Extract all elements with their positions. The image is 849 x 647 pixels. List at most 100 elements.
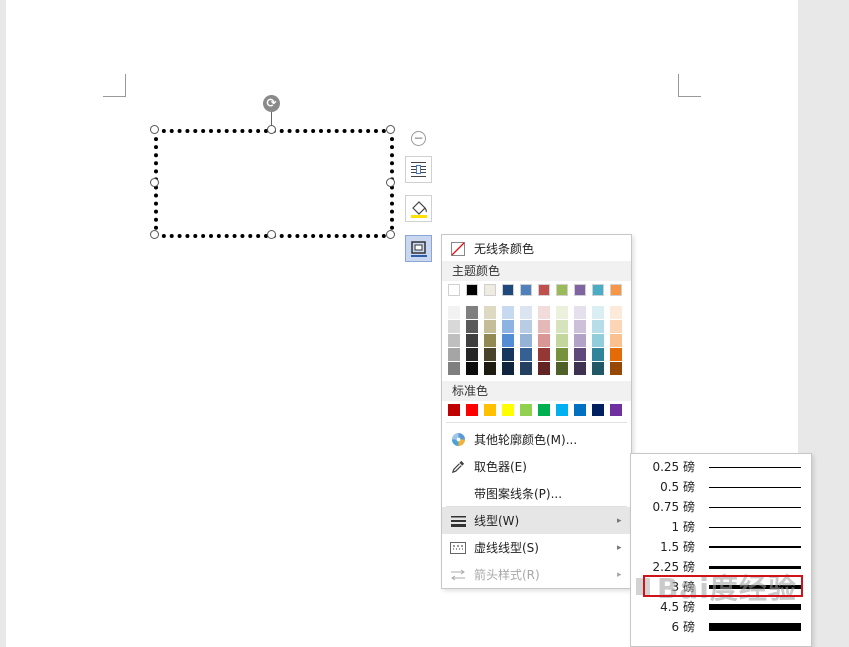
theme-shade-swatch[interactable] bbox=[538, 306, 550, 319]
crop-mark-top-right bbox=[678, 74, 701, 97]
resize-handle-left[interactable] bbox=[150, 178, 159, 187]
standard-color-swatch[interactable] bbox=[574, 404, 586, 416]
standard-color-swatch[interactable] bbox=[520, 404, 532, 416]
theme-shade-swatch[interactable] bbox=[484, 334, 496, 347]
resize-handle-bottom-right[interactable] bbox=[386, 230, 395, 239]
collapse-toolbar-icon[interactable]: − bbox=[411, 131, 426, 146]
resize-handle-top-right[interactable] bbox=[386, 125, 395, 134]
resize-handle-top-left[interactable] bbox=[150, 125, 159, 134]
theme-color-swatch[interactable] bbox=[592, 284, 604, 296]
theme-shade-swatch[interactable] bbox=[520, 306, 532, 319]
fill-button[interactable] bbox=[405, 195, 432, 222]
theme-shade-swatch[interactable] bbox=[556, 306, 568, 319]
theme-shade-swatch[interactable] bbox=[574, 306, 586, 319]
theme-shade-swatch[interactable] bbox=[466, 348, 478, 361]
theme-shade-swatch[interactable] bbox=[502, 348, 514, 361]
theme-shade-swatch[interactable] bbox=[502, 362, 514, 375]
theme-shade-swatch[interactable] bbox=[574, 362, 586, 375]
standard-color-swatch[interactable] bbox=[592, 404, 604, 416]
theme-color-swatch[interactable] bbox=[574, 284, 586, 296]
theme-shade-swatch[interactable] bbox=[448, 334, 460, 347]
theme-shade-swatch[interactable] bbox=[556, 320, 568, 333]
theme-shade-swatch[interactable] bbox=[610, 348, 622, 361]
wrap-text-button[interactable] bbox=[405, 156, 432, 183]
theme-shade-swatch[interactable] bbox=[466, 320, 478, 333]
theme-shade-swatch[interactable] bbox=[556, 334, 568, 347]
rotate-handle-icon[interactable]: ⟳ bbox=[263, 95, 280, 112]
theme-shade-swatch[interactable] bbox=[556, 348, 568, 361]
standard-color-swatch[interactable] bbox=[484, 404, 496, 416]
standard-color-swatch[interactable] bbox=[556, 404, 568, 416]
standard-color-swatch[interactable] bbox=[610, 404, 622, 416]
theme-color-swatch[interactable] bbox=[520, 284, 532, 296]
line-style-label: 线型(W) bbox=[474, 514, 520, 528]
theme-shade-swatch[interactable] bbox=[610, 306, 622, 319]
theme-shade-swatch[interactable] bbox=[592, 348, 604, 361]
theme-shade-swatch[interactable] bbox=[484, 362, 496, 375]
line-style-item[interactable]: 线型(W) ▸ bbox=[442, 507, 631, 534]
theme-shade-swatch[interactable] bbox=[502, 320, 514, 333]
more-outline-colors-item[interactable]: 其他轮廓颜色(M)... bbox=[442, 426, 631, 453]
theme-shade-swatch[interactable] bbox=[484, 306, 496, 319]
theme-shade-swatch[interactable] bbox=[520, 320, 532, 333]
theme-shade-swatch[interactable] bbox=[556, 362, 568, 375]
theme-shade-swatch[interactable] bbox=[520, 334, 532, 347]
line-weight-option[interactable]: 1.5 磅 bbox=[631, 537, 811, 557]
theme-color-swatch[interactable] bbox=[502, 284, 514, 296]
resize-handle-right[interactable] bbox=[386, 178, 395, 187]
theme-shade-swatch[interactable] bbox=[538, 320, 550, 333]
theme-shade-swatch[interactable] bbox=[502, 306, 514, 319]
theme-shade-swatch[interactable] bbox=[574, 320, 586, 333]
theme-shade-swatch[interactable] bbox=[592, 320, 604, 333]
standard-color-swatch[interactable] bbox=[448, 404, 460, 416]
line-weight-label: 0.25 磅 bbox=[652, 460, 695, 474]
theme-shade-swatch[interactable] bbox=[592, 362, 604, 375]
theme-color-swatch[interactable] bbox=[484, 284, 496, 296]
theme-shade-swatch[interactable] bbox=[448, 348, 460, 361]
theme-shade-swatch[interactable] bbox=[610, 362, 622, 375]
theme-shade-swatch[interactable] bbox=[538, 348, 550, 361]
line-weight-option[interactable]: 0.75 磅 bbox=[631, 497, 811, 517]
theme-shade-swatch[interactable] bbox=[466, 334, 478, 347]
theme-shade-swatch[interactable] bbox=[592, 306, 604, 319]
theme-shade-swatch[interactable] bbox=[502, 334, 514, 347]
theme-shade-swatch[interactable] bbox=[538, 362, 550, 375]
standard-color-swatch[interactable] bbox=[466, 404, 478, 416]
theme-shade-swatch[interactable] bbox=[448, 306, 460, 319]
theme-shade-swatch[interactable] bbox=[484, 320, 496, 333]
resize-handle-bottom[interactable] bbox=[267, 230, 276, 239]
outline-button[interactable] bbox=[405, 235, 432, 262]
line-weight-option[interactable]: 6 磅 bbox=[631, 617, 811, 637]
no-line-color-item[interactable]: 无线条颜色 bbox=[442, 235, 631, 262]
line-weight-option[interactable]: 0.25 磅 bbox=[631, 457, 811, 477]
pattern-lines-item[interactable]: 带图案线条(P)... bbox=[442, 480, 631, 507]
eyedropper-item[interactable]: 取色器(E) bbox=[442, 453, 631, 480]
theme-shade-swatch[interactable] bbox=[466, 306, 478, 319]
theme-shade-swatch[interactable] bbox=[448, 320, 460, 333]
line-weight-option[interactable]: 0.5 磅 bbox=[631, 477, 811, 497]
theme-shade-swatch[interactable] bbox=[610, 334, 622, 347]
standard-color-swatch[interactable] bbox=[502, 404, 514, 416]
dash-style-item[interactable]: 虚线线型(S) ▸ bbox=[442, 534, 631, 561]
theme-shade-swatch[interactable] bbox=[484, 348, 496, 361]
theme-shade-swatch[interactable] bbox=[448, 362, 460, 375]
theme-shade-swatch[interactable] bbox=[610, 320, 622, 333]
theme-color-swatch[interactable] bbox=[466, 284, 478, 296]
line-weight-option[interactable]: 1 磅 bbox=[631, 517, 811, 537]
theme-color-swatch[interactable] bbox=[610, 284, 622, 296]
theme-shade-swatch[interactable] bbox=[574, 334, 586, 347]
resize-handle-bottom-left[interactable] bbox=[150, 230, 159, 239]
standard-color-swatch[interactable] bbox=[538, 404, 550, 416]
theme-shade-swatch[interactable] bbox=[520, 362, 532, 375]
selected-rectangle-shape[interactable] bbox=[154, 129, 394, 238]
resize-handle-top[interactable] bbox=[267, 125, 276, 134]
theme-shade-swatch[interactable] bbox=[592, 334, 604, 347]
theme-shade-swatch[interactable] bbox=[538, 334, 550, 347]
theme-color-swatch[interactable] bbox=[538, 284, 550, 296]
theme-shade-swatch[interactable] bbox=[574, 348, 586, 361]
theme-color-swatch[interactable] bbox=[556, 284, 568, 296]
theme-shade-swatch[interactable] bbox=[520, 348, 532, 361]
theme-shade-swatch[interactable] bbox=[466, 362, 478, 375]
line-weight-label: 1.5 磅 bbox=[660, 540, 695, 554]
theme-color-swatch[interactable] bbox=[448, 284, 460, 296]
